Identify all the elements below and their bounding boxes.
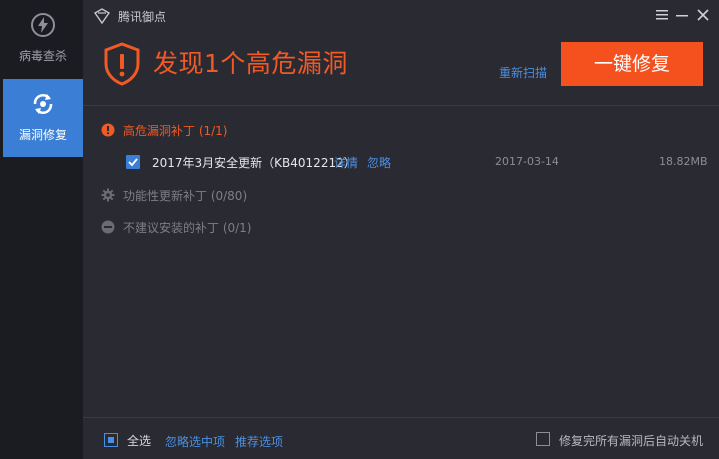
rescan-link[interactable]: 重新扫描 bbox=[499, 64, 547, 81]
lightning-icon bbox=[31, 13, 55, 37]
app-logo-icon bbox=[94, 8, 110, 24]
close-button[interactable] bbox=[693, 5, 713, 25]
gear-icon bbox=[101, 188, 115, 202]
ignore-selected-link[interactable]: 忽略选中项 bbox=[165, 433, 225, 450]
sidebar: 病毒查杀 漏洞修复 bbox=[0, 0, 83, 459]
minimize-button[interactable] bbox=[672, 5, 692, 25]
menu-button[interactable] bbox=[652, 5, 672, 25]
sidebar-item-vuln-repair[interactable]: 漏洞修复 bbox=[3, 79, 83, 157]
auto-shutdown-label[interactable]: 修复完所有漏洞后自动关机 bbox=[559, 432, 703, 449]
patch-size: 18.82MB bbox=[659, 155, 708, 168]
category-label: 功能性更新补丁 (0/80) bbox=[123, 189, 248, 203]
footer-bar: 全选 忽略选中项 推荐选项 修复完所有漏洞后自动关机 bbox=[83, 418, 719, 459]
sidebar-item-label: 漏洞修复 bbox=[18, 128, 67, 142]
main-panel: 腾讯御点 发现1个高危漏洞 重新扫描 一键修复 高危漏洞补丁 (1/1) 201… bbox=[83, 0, 719, 459]
close-icon bbox=[697, 9, 709, 21]
one-click-fix-button[interactable]: 一键修复 bbox=[561, 42, 703, 86]
minus-circle-icon bbox=[101, 220, 115, 234]
sidebar-item-virus-scan[interactable]: 病毒查杀 bbox=[3, 0, 83, 78]
title-bar: 腾讯御点 bbox=[83, 0, 719, 32]
category-label: 高危漏洞补丁 (1/1) bbox=[123, 124, 228, 138]
category-label: 不建议安装的补丁 (0/1) bbox=[123, 221, 252, 235]
ignore-link[interactable]: 忽略 bbox=[367, 154, 391, 171]
minimize-icon bbox=[676, 15, 688, 17]
select-all-label[interactable]: 全选 bbox=[127, 432, 151, 449]
checkmark-icon bbox=[128, 158, 138, 167]
patch-date: 2017-03-14 bbox=[495, 155, 559, 168]
scan-result-header: 发现1个高危漏洞 重新扫描 一键修复 bbox=[83, 33, 719, 105]
divider bbox=[83, 105, 719, 106]
patch-checkbox[interactable] bbox=[126, 155, 140, 169]
recommended-options-link[interactable]: 推荐选项 bbox=[235, 433, 283, 450]
page-title: 发现1个高危漏洞 bbox=[153, 49, 348, 78]
refresh-repair-icon bbox=[33, 94, 53, 114]
alert-circle-icon bbox=[101, 123, 115, 137]
patch-name: 2017年3月安全更新（KB4012212） bbox=[152, 156, 356, 170]
app-window: 病毒查杀 漏洞修复 腾讯御点 发现1个高危漏洞 重新扫描 一键修复 高危漏洞补丁… bbox=[0, 0, 719, 459]
menu-icon bbox=[656, 10, 668, 20]
shield-alert-icon bbox=[104, 42, 140, 86]
auto-shutdown-checkbox[interactable] bbox=[536, 432, 550, 446]
list-item: 2017年3月安全更新（KB4012212） 详情 忽略 2017-03-14 … bbox=[83, 152, 719, 172]
app-title: 腾讯御点 bbox=[118, 10, 167, 24]
sidebar-item-label: 病毒查杀 bbox=[18, 49, 67, 63]
select-all-checkbox[interactable] bbox=[104, 433, 118, 447]
details-link[interactable]: 详情 bbox=[334, 154, 358, 171]
